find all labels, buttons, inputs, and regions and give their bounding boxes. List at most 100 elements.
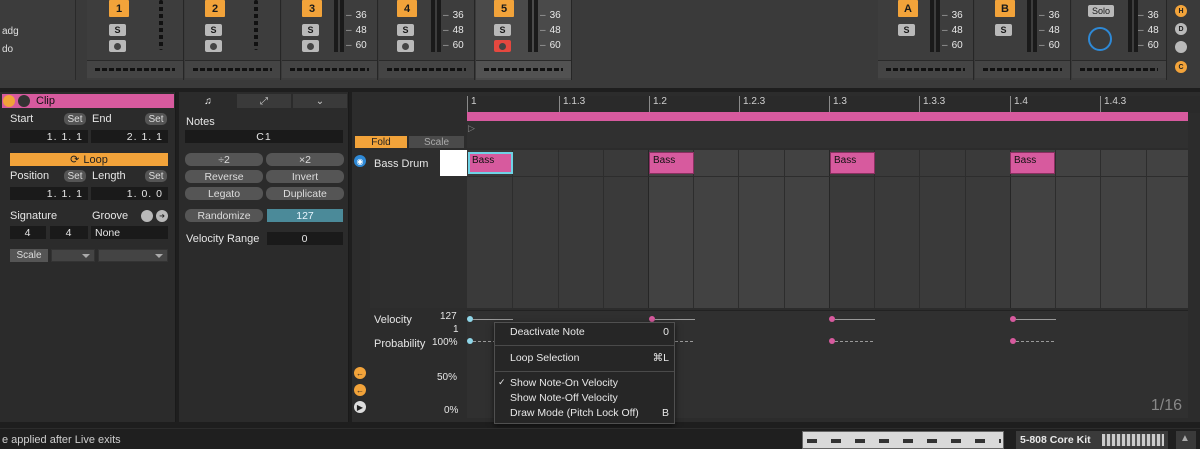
tab-midi-effects[interactable]: ⌄ bbox=[293, 94, 347, 108]
return-b-solo-button[interactable]: S bbox=[995, 24, 1012, 36]
track-4-meter bbox=[437, 0, 441, 52]
end-field[interactable]: 2. 1. 1 bbox=[91, 130, 168, 143]
mixer-toggle-x[interactable] bbox=[1175, 41, 1187, 53]
scale-toggle[interactable]: Scale bbox=[409, 136, 464, 148]
track-5-sends[interactable] bbox=[476, 60, 571, 78]
lane-name: Bass Drum bbox=[374, 158, 429, 170]
return-a-sends[interactable] bbox=[878, 60, 973, 78]
tab-envelopes[interactable]: ⤢ bbox=[237, 94, 291, 108]
mixer-toggle-c[interactable]: C bbox=[1175, 61, 1187, 73]
menu-item-deactivate-note[interactable]: Deactivate Note 0 bbox=[495, 326, 674, 340]
track-3-activator[interactable]: 3 bbox=[302, 0, 322, 17]
track-1-activator[interactable]: 1 bbox=[109, 0, 129, 17]
midi-note[interactable]: Bass bbox=[468, 152, 513, 174]
midi-note[interactable]: Bass bbox=[1010, 152, 1055, 174]
tab-notes[interactable]: ♫ bbox=[181, 94, 235, 108]
track-3-arm-button[interactable] bbox=[302, 40, 319, 52]
length-set-button[interactable]: Set bbox=[145, 170, 167, 182]
track-1-solo-button[interactable]: S bbox=[109, 24, 126, 36]
track-3-solo-button[interactable]: S bbox=[302, 24, 319, 36]
start-marker-icon[interactable]: ▷ bbox=[468, 123, 475, 134]
track-3-sends[interactable] bbox=[282, 60, 377, 78]
scale-name-dropdown[interactable] bbox=[98, 249, 168, 262]
return-a-activator[interactable]: A bbox=[898, 0, 918, 17]
start-set-button[interactable]: Set bbox=[64, 113, 86, 125]
beat-ruler[interactable]: 1 1.1.3 1.2 1.2.3 1.3 1.3.3 1.4 1.4.3 bbox=[467, 96, 1200, 113]
back-arrow-icon[interactable]: ← bbox=[354, 367, 366, 379]
track-5-activator[interactable]: 5 bbox=[494, 0, 514, 17]
clip-title-bar[interactable]: Clip bbox=[2, 94, 174, 108]
transform-icon: ⌄ bbox=[315, 95, 325, 107]
track-2-solo-button[interactable]: S bbox=[205, 24, 222, 36]
loop-brace[interactable] bbox=[467, 112, 1188, 121]
end-set-button[interactable]: Set bbox=[145, 113, 167, 125]
browser-item[interactable]: do bbox=[2, 44, 13, 55]
menu-item-show-note-on-velocity[interactable]: ✓ Show Note-On Velocity bbox=[495, 377, 674, 391]
marker-lane[interactable]: ▷ bbox=[467, 121, 1188, 148]
clip-activator-icon[interactable] bbox=[3, 95, 15, 107]
duplicate-button[interactable]: Duplicate bbox=[266, 187, 344, 200]
track-2-sends[interactable] bbox=[185, 60, 280, 78]
cue-volume-knob[interactable] bbox=[1088, 27, 1112, 51]
track-4-sends[interactable] bbox=[379, 60, 474, 78]
ruler-tick: 1 bbox=[467, 96, 477, 113]
menu-item-show-note-off-velocity[interactable]: Show Note-Off Velocity bbox=[495, 392, 674, 406]
scale-button[interactable]: Scale bbox=[10, 249, 48, 262]
track-2-activator[interactable]: 2 bbox=[205, 0, 225, 17]
groove-commit-icon[interactable]: ➜ bbox=[156, 210, 168, 222]
midi-note[interactable]: Bass bbox=[830, 152, 875, 174]
probability-line bbox=[1016, 341, 1056, 342]
device-chain-item[interactable]: 5-808 Core Kit bbox=[1016, 431, 1168, 449]
return-b-activator[interactable]: B bbox=[995, 0, 1015, 17]
signature-denominator[interactable]: 4 bbox=[50, 226, 88, 239]
collapse-button[interactable]: ▲ bbox=[1176, 431, 1196, 449]
piano-key[interactable] bbox=[440, 150, 467, 176]
track-4-activator[interactable]: 4 bbox=[397, 0, 417, 17]
velocity-range-field[interactable]: 0 bbox=[267, 232, 343, 245]
randomize-button[interactable]: Randomize bbox=[185, 209, 263, 222]
divide-2-button[interactable]: ÷2 bbox=[185, 153, 263, 166]
track-4-solo-button[interactable]: S bbox=[397, 24, 414, 36]
start-field[interactable]: 1. 1. 1 bbox=[10, 130, 88, 143]
menu-item-draw-mode[interactable]: Draw Mode (Pitch Lock Off) B bbox=[495, 407, 674, 421]
preview-icon[interactable]: ◉ bbox=[354, 155, 366, 167]
forward-arrow-icon[interactable]: ← bbox=[354, 384, 366, 396]
fold-button[interactable]: Fold bbox=[355, 136, 407, 148]
track-1-sends[interactable] bbox=[87, 60, 183, 78]
pitch-field[interactable]: C1 bbox=[185, 130, 343, 143]
master-solo-button[interactable]: Solo bbox=[1088, 5, 1114, 17]
track-5-arm-button[interactable] bbox=[494, 40, 511, 52]
reverse-button[interactable]: Reverse bbox=[185, 170, 263, 183]
mixer-toggle-h[interactable]: H bbox=[1175, 5, 1187, 17]
return-a-solo-button[interactable]: S bbox=[898, 24, 915, 36]
track-5-meter bbox=[528, 0, 532, 52]
browser-item[interactable]: adg bbox=[2, 26, 19, 37]
randomize-amount-field[interactable]: 127 bbox=[267, 209, 343, 222]
track-5-solo-button[interactable]: S bbox=[494, 24, 511, 36]
length-field[interactable]: 1. 0. 0 bbox=[91, 187, 168, 200]
mixer-toggle-d[interactable]: D bbox=[1175, 23, 1187, 35]
signature-numerator[interactable]: 4 bbox=[10, 226, 46, 239]
track-1-arm-button[interactable] bbox=[109, 40, 126, 52]
track-strip-2: 2 S bbox=[185, 0, 281, 80]
midi-note[interactable]: Bass bbox=[649, 152, 694, 174]
return-b-sends[interactable] bbox=[975, 60, 1070, 78]
play-icon[interactable]: ▶ bbox=[354, 401, 366, 413]
note-grid[interactable]: Bass Bass Bass Bass bbox=[467, 150, 1188, 308]
overview-strip[interactable] bbox=[802, 431, 1004, 449]
multiply-2-button[interactable]: ×2 bbox=[266, 153, 344, 166]
legato-button[interactable]: Legato bbox=[185, 187, 263, 200]
position-set-button[interactable]: Set bbox=[64, 170, 86, 182]
groove-field[interactable]: None bbox=[91, 226, 168, 239]
scale-root-dropdown[interactable] bbox=[51, 249, 95, 262]
track-4-arm-button[interactable] bbox=[397, 40, 414, 52]
loop-button[interactable]: ⟳ Loop bbox=[10, 153, 168, 166]
menu-item-loop-selection[interactable]: Loop Selection ⌘L bbox=[495, 352, 674, 366]
invert-button[interactable]: Invert bbox=[266, 170, 344, 183]
groove-pool-icon[interactable] bbox=[141, 210, 153, 222]
position-field[interactable]: 1. 1. 1 bbox=[10, 187, 88, 200]
clip-fold-icon[interactable] bbox=[18, 95, 30, 107]
track-3-meter bbox=[340, 0, 344, 52]
master-sends[interactable] bbox=[1072, 60, 1166, 78]
track-2-arm-button[interactable] bbox=[205, 40, 222, 52]
